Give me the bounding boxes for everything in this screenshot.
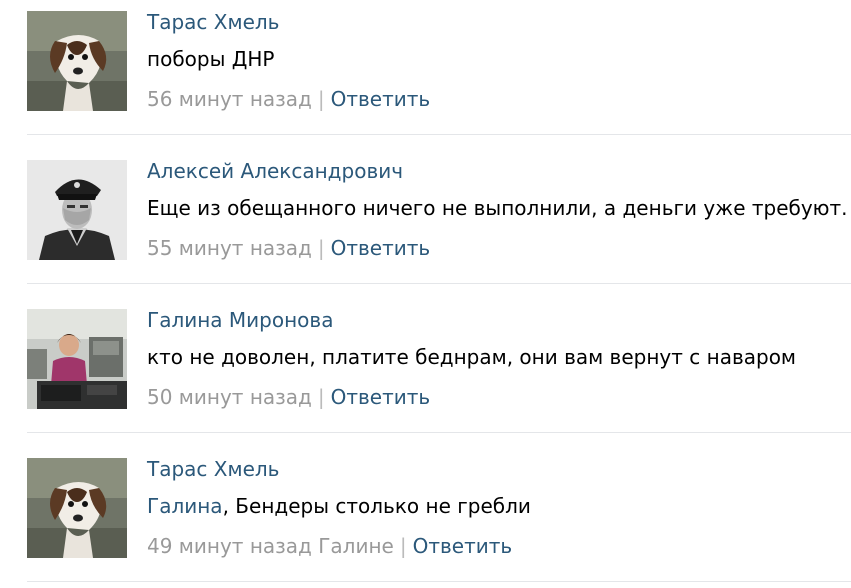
avatar[interactable] — [27, 11, 127, 111]
officer-portrait-avatar-icon — [27, 160, 127, 260]
comment-divider — [27, 283, 851, 284]
avatar[interactable] — [27, 309, 127, 409]
comment-item: Галина Миронова кто не доволен, платите … — [0, 298, 851, 447]
comment-author[interactable]: Тарас Хмель — [147, 10, 279, 34]
meta-separator: | — [399, 534, 407, 558]
comment-text-body: поборы ДНР — [147, 47, 275, 71]
comment-text: кто не доволен, платите беднрам, они вам… — [147, 345, 796, 369]
reply-button[interactable]: Ответить — [331, 87, 431, 111]
avatar[interactable] — [27, 458, 127, 558]
comment-meta: 56 минут назад | Ответить — [147, 87, 430, 111]
comment-text: Еще из обещанного ничего не выполнили, а… — [147, 196, 848, 220]
comment-mention[interactable]: Галина — [147, 494, 223, 518]
comment-timestamp[interactable]: 55 минут назад — [147, 236, 312, 260]
avatar[interactable] — [27, 160, 127, 260]
comment-timestamp[interactable]: 49 минут назад Галине — [147, 534, 394, 558]
meta-separator: | — [317, 87, 325, 111]
meta-separator: | — [317, 236, 325, 260]
comment-text: поборы ДНР — [147, 47, 274, 71]
comment-text-body: Еще из обещанного ничего не выполнили, а… — [147, 196, 848, 220]
comment-item: Тарас Хмель Галина, Бендеры столько не г… — [0, 447, 851, 588]
comment-meta: 55 минут назад | Ответить — [147, 236, 430, 260]
comment-meta: 49 минут назад Галине | Ответить — [147, 534, 512, 558]
comment-text-body: кто не доволен, платите беднрам, они вам… — [147, 345, 797, 369]
woman-at-desk-avatar-icon — [27, 309, 127, 409]
puppy-avatar-icon — [27, 11, 127, 111]
comment-divider — [27, 134, 851, 135]
comment-timestamp[interactable]: 56 минут назад — [147, 87, 312, 111]
comment-text-body: , Бендеры столько не гребли — [222, 494, 531, 518]
comments-list: Тарас Хмель поборы ДНР 56 минут назад | От… — [0, 0, 851, 588]
comment-author[interactable]: Алексей Александрович — [147, 159, 403, 183]
comment-meta: 50 минут назад | Ответить — [147, 385, 430, 409]
comment-item: Алексей Александрович Еще из обещанного … — [0, 149, 851, 298]
comment-item: Тарас Хмель поборы ДНР 56 минут назад | От… — [0, 0, 851, 149]
comment-divider — [27, 581, 851, 582]
puppy-avatar-icon — [27, 458, 127, 558]
comment-author[interactable]: Галина Миронова — [147, 308, 333, 332]
comment-text: Галина, Бендеры столько не гребли — [147, 494, 531, 518]
reply-button[interactable]: Ответить — [331, 385, 431, 409]
reply-button[interactable]: Ответить — [331, 236, 431, 260]
comment-timestamp[interactable]: 50 минут назад — [147, 385, 312, 409]
comment-divider — [27, 432, 851, 433]
comment-author[interactable]: Тарас Хмель — [147, 457, 279, 481]
reply-button[interactable]: Ответить — [413, 534, 513, 558]
meta-separator: | — [317, 385, 325, 409]
